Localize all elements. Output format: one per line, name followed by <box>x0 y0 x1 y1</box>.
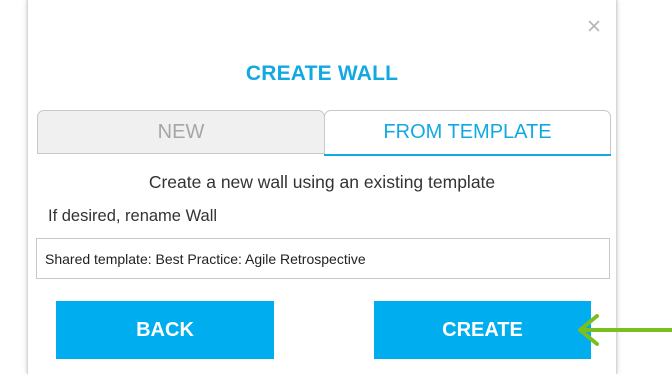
close-button[interactable] <box>586 18 602 34</box>
dialog-subtitle: Create a new wall using an existing temp… <box>148 172 496 192</box>
left-arrow-icon <box>572 312 672 348</box>
rename-wall-label: If desired, rename Wall <box>48 207 218 225</box>
back-button[interactable]: BACK <box>56 301 274 359</box>
create-wall-dialog: CREATE WALL NEW FROM TEMPLATE Create a n… <box>27 0 617 374</box>
wall-name-input[interactable] <box>36 238 610 279</box>
screen: CREATE WALL NEW FROM TEMPLATE Create a n… <box>0 0 672 374</box>
create-button[interactable]: CREATE <box>374 301 591 359</box>
close-icon <box>588 20 600 32</box>
dialog-title: CREATE WALL <box>245 62 399 85</box>
tab-bar: NEW FROM TEMPLATE <box>37 110 611 157</box>
active-tab-indicator <box>324 154 611 156</box>
tab-new[interactable]: NEW <box>37 110 325 154</box>
tab-from-template[interactable]: FROM TEMPLATE <box>324 110 611 154</box>
